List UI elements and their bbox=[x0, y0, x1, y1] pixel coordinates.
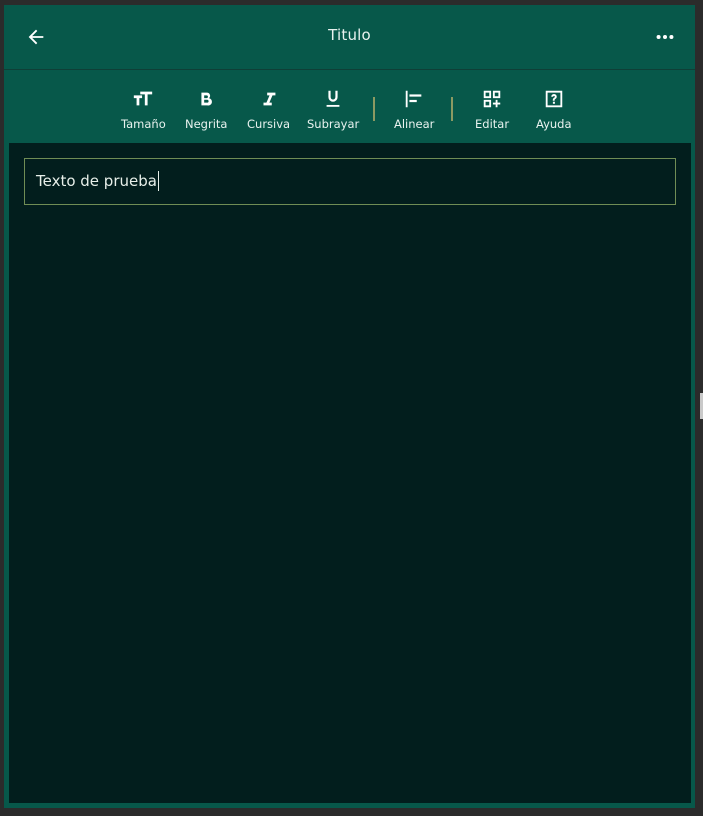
app-header: Titulo bbox=[4, 5, 695, 70]
italic-button[interactable]: Cursiva bbox=[247, 87, 290, 131]
align-label: Alinear bbox=[394, 117, 435, 131]
bold-icon bbox=[194, 87, 218, 111]
more-options-button[interactable] bbox=[651, 23, 679, 51]
edit-label: Editar bbox=[475, 117, 510, 131]
app-window: Titulo Tamaño Negrita Cursiva Subrayar A… bbox=[4, 5, 695, 808]
size-label: Tamaño bbox=[121, 117, 166, 131]
size-button[interactable]: Tamaño bbox=[121, 87, 166, 131]
align-button[interactable]: Alinear bbox=[394, 87, 434, 131]
grid-plus-icon bbox=[480, 87, 504, 111]
formatting-toolbar: Tamaño Negrita Cursiva Subrayar Alinear … bbox=[4, 70, 695, 143]
help-label: Ayuda bbox=[536, 117, 572, 131]
italic-label: Cursiva bbox=[247, 117, 291, 131]
bold-button[interactable]: Negrita bbox=[185, 87, 227, 131]
help-box-icon bbox=[542, 87, 566, 111]
help-button[interactable]: Ayuda bbox=[536, 87, 572, 131]
italic-icon bbox=[257, 87, 281, 111]
text-caret bbox=[157, 170, 159, 191]
align-left-icon bbox=[402, 87, 426, 111]
more-horizontal-icon bbox=[656, 34, 674, 40]
underline-icon bbox=[321, 87, 345, 111]
bold-label: Negrita bbox=[185, 117, 228, 131]
page-title: Titulo bbox=[328, 26, 371, 44]
toolbar-separator bbox=[451, 97, 453, 121]
underline-button[interactable]: Subrayar bbox=[307, 87, 359, 131]
text-size-icon bbox=[131, 87, 155, 111]
toolbar-separator bbox=[373, 97, 375, 121]
editor-area[interactable]: Texto de prueba bbox=[9, 143, 691, 803]
text-input[interactable]: Texto de prueba bbox=[24, 158, 676, 205]
underline-label: Subrayar bbox=[307, 117, 360, 131]
edit-button[interactable]: Editar bbox=[475, 87, 509, 131]
text-input-value: Texto de prueba bbox=[36, 172, 157, 190]
